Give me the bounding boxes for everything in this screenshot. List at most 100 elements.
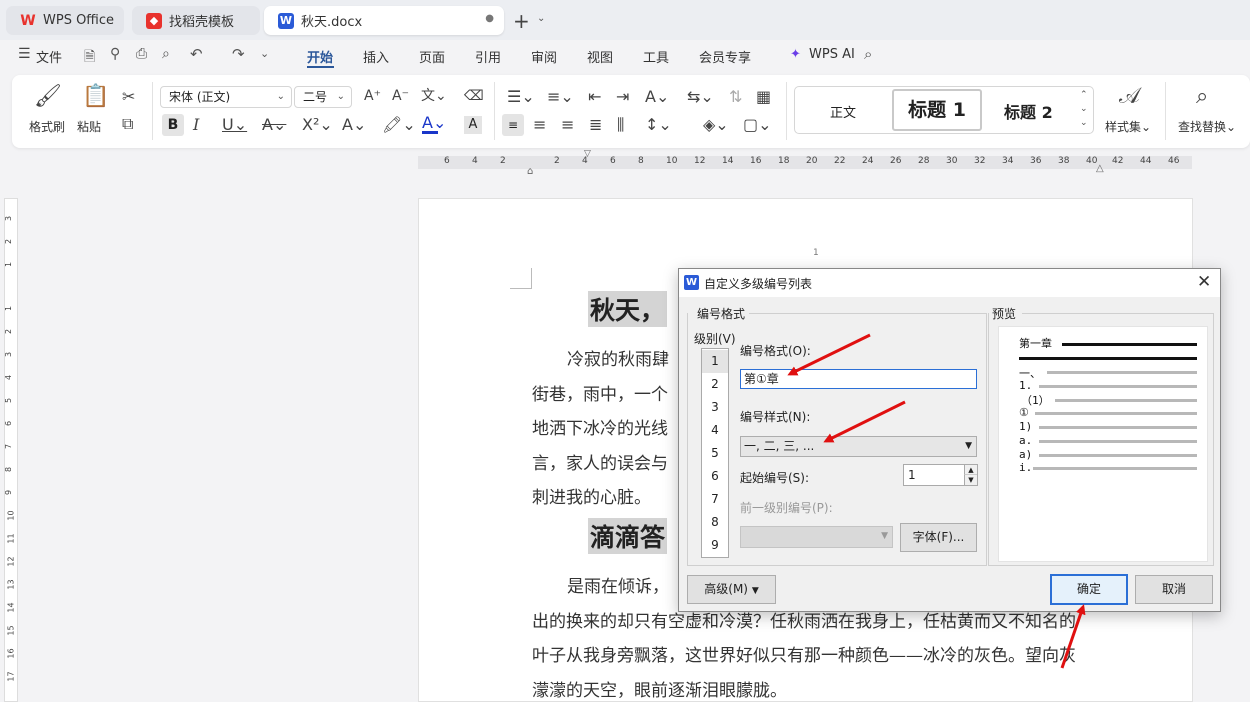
tab-document[interactable]: W 秋天.docx ● [264, 6, 504, 35]
menu-tools[interactable]: 工具 [643, 47, 669, 66]
first-line-indent-marker[interactable]: ▽ [584, 149, 591, 159]
format-painter-button[interactable]: 格式刷 [29, 118, 65, 135]
grow-font-icon[interactable]: A⁺ [364, 89, 381, 103]
menu-page[interactable]: 页面 [419, 47, 445, 66]
cancel-button[interactable]: 取消 [1135, 575, 1213, 604]
menu-member[interactable]: 会员专享 [699, 47, 751, 66]
tab-list-chevron-icon[interactable]: ⌄ [537, 13, 545, 24]
italic-icon[interactable]: I [193, 117, 199, 133]
font-name-select[interactable]: 宋体 (正文) ⌄ [160, 86, 292, 108]
hamburger-icon[interactable]: ☰ [18, 46, 31, 62]
search-icon[interactable]: ⌕ [864, 45, 872, 63]
align-center-icon[interactable]: ≡ [533, 117, 546, 133]
find-replace-icon[interactable]: ⌕ [1196, 86, 1208, 108]
undo-icon[interactable]: ↶ [190, 45, 203, 63]
level-item[interactable]: 3 [702, 396, 728, 419]
level-item[interactable]: 2 [702, 373, 728, 396]
style-heading-1[interactable]: 标题 1 [892, 89, 982, 131]
level-item[interactable]: 8 [702, 511, 728, 534]
right-indent-marker[interactable]: △ [1096, 163, 1104, 174]
border-icon[interactable]: ▢⌄ [743, 117, 772, 133]
line-spacing-icon[interactable]: ↕⌄ [645, 117, 672, 133]
bullet-list-icon[interactable]: ☰⌄ [507, 89, 535, 105]
copy-icon[interactable]: ⧉ [122, 116, 133, 132]
level-item[interactable]: 6 [702, 465, 728, 488]
level-item[interactable]: 7 [702, 488, 728, 511]
menu-view[interactable]: 视图 [587, 47, 613, 66]
highlight-icon[interactable]: 🖍⌄ [382, 117, 416, 133]
tab-close-icon[interactable]: ● [485, 13, 494, 24]
find-replace-button[interactable]: 查找替换⌄ [1178, 118, 1236, 135]
sort-icon[interactable]: ⇅ [729, 89, 742, 105]
number-style-select[interactable]: 一, 二, 三, ... ▼ [740, 436, 977, 457]
spin-down-icon[interactable]: ▼ [964, 475, 977, 485]
justify-icon[interactable]: ≣ [589, 117, 602, 133]
char-shading-icon[interactable]: A [464, 116, 482, 134]
clear-format-icon[interactable]: ⌫ [464, 89, 484, 103]
level-item[interactable]: 5 [702, 442, 728, 465]
new-tab-icon[interactable]: + [513, 9, 530, 33]
phonetic-icon[interactable]: 文⌄ [421, 89, 447, 103]
style-gallery-scroll-icon[interactable]: ⌃ ⌄ ⌄ [1080, 88, 1088, 130]
bold-icon[interactable]: B [162, 114, 184, 136]
save-icon[interactable]: 🗎 [84, 46, 95, 70]
numbered-list-icon[interactable]: ≡⌄ [547, 89, 574, 105]
menu-references[interactable]: 引用 [475, 47, 501, 66]
left-indent-marker[interactable]: ⌂ [527, 166, 533, 177]
show-marks-icon[interactable]: ▦ [756, 89, 771, 105]
style-normal[interactable]: 正文 [830, 102, 856, 121]
close-icon[interactable]: ✕ [1197, 272, 1211, 292]
font-color-icon[interactable]: A⌄ [422, 115, 446, 131]
superscript-icon[interactable]: X²⌄ [302, 117, 333, 133]
align-left-icon[interactable]: ≡ [502, 114, 524, 136]
print-icon[interactable]: ⎙ [136, 46, 147, 62]
paste-button[interactable]: 粘贴 [77, 118, 101, 135]
paste-icon[interactable]: 📋 [82, 86, 109, 108]
underline-icon[interactable]: U⌄ [222, 117, 247, 133]
heading-1[interactable]: 秋天， [588, 291, 668, 327]
para2-line-3[interactable]: 叶子从我身旁飘落，这世界好似只有那一种颜色——冰冷的灰色。望向灰 [532, 641, 1076, 666]
tab-wps-office[interactable]: W WPS Office [6, 6, 124, 35]
text-direction-icon[interactable]: A⌄ [645, 89, 669, 105]
advanced-button[interactable]: 高级(M) ▼ [687, 575, 776, 604]
para1-line-1[interactable]: 冷寂的秋雨肆 [567, 345, 669, 370]
start-number-spinner[interactable]: 1 ▲ ▼ [903, 464, 978, 486]
level-item[interactable]: 9 [702, 534, 728, 557]
menu-insert[interactable]: 插入 [363, 47, 389, 66]
spin-up-icon[interactable]: ▲ [964, 465, 977, 475]
ok-button[interactable]: 确定 [1050, 574, 1128, 605]
shading-icon[interactable]: ◈⌄ [703, 117, 729, 133]
cut-icon[interactable]: ✂ [122, 89, 135, 105]
level-item[interactable]: 4 [702, 419, 728, 442]
menu-file[interactable]: 文件 [36, 47, 62, 66]
para2-line-1[interactable]: 是雨在倾诉， [567, 572, 669, 597]
horizontal-ruler[interactable] [418, 156, 1192, 169]
convert-icon[interactable]: ⇆⌄ [687, 89, 714, 105]
number-format-input[interactable]: 第①章 [740, 369, 977, 389]
tab-daoke-template[interactable]: ◆ 找稻壳模板 [132, 6, 260, 35]
level-item[interactable]: 1 [702, 350, 728, 373]
menu-wps-ai[interactable]: WPS AI [809, 47, 855, 62]
text-effect-icon[interactable]: A⌄ [342, 117, 366, 133]
distribute-icon[interactable]: ⫼ [617, 117, 624, 133]
format-painter-icon[interactable]: 🖌 [34, 86, 62, 108]
font-size-select[interactable]: 二号 ⌄ [294, 86, 352, 108]
decrease-indent-icon[interactable]: ⇤ [588, 89, 601, 105]
style-set-button[interactable]: 样式集⌄ [1105, 118, 1151, 135]
align-right-icon[interactable]: ≡ [561, 117, 574, 133]
style-set-icon[interactable]: 𝒜 [1119, 86, 1140, 108]
increase-indent-icon[interactable]: ⇥ [616, 89, 629, 105]
heading-2[interactable]: 滴滴答 [588, 518, 668, 554]
para1-line-4[interactable]: 言，家人的误会与 [532, 449, 668, 474]
para1-line-2[interactable]: 街巷，雨中，一个 [532, 380, 668, 405]
font-button[interactable]: 字体(F)... [900, 523, 977, 552]
para1-line-5[interactable]: 刺进我的心脏。 [532, 483, 651, 508]
print-preview-icon[interactable]: ⌕ [162, 46, 170, 62]
para2-line-4[interactable]: 濛濛的天空，眼前逐渐泪眼朦胧。 [532, 676, 787, 701]
menu-review[interactable]: 审阅 [531, 47, 557, 66]
level-list[interactable]: 1 2 3 4 5 6 7 8 9 [701, 348, 729, 558]
para1-line-3[interactable]: 地洒下冰冷的光线 [532, 414, 668, 439]
shrink-font-icon[interactable]: A⁻ [392, 89, 409, 103]
share-icon[interactable]: ⚲ [110, 46, 120, 62]
menu-home[interactable]: 开始 [307, 47, 333, 66]
